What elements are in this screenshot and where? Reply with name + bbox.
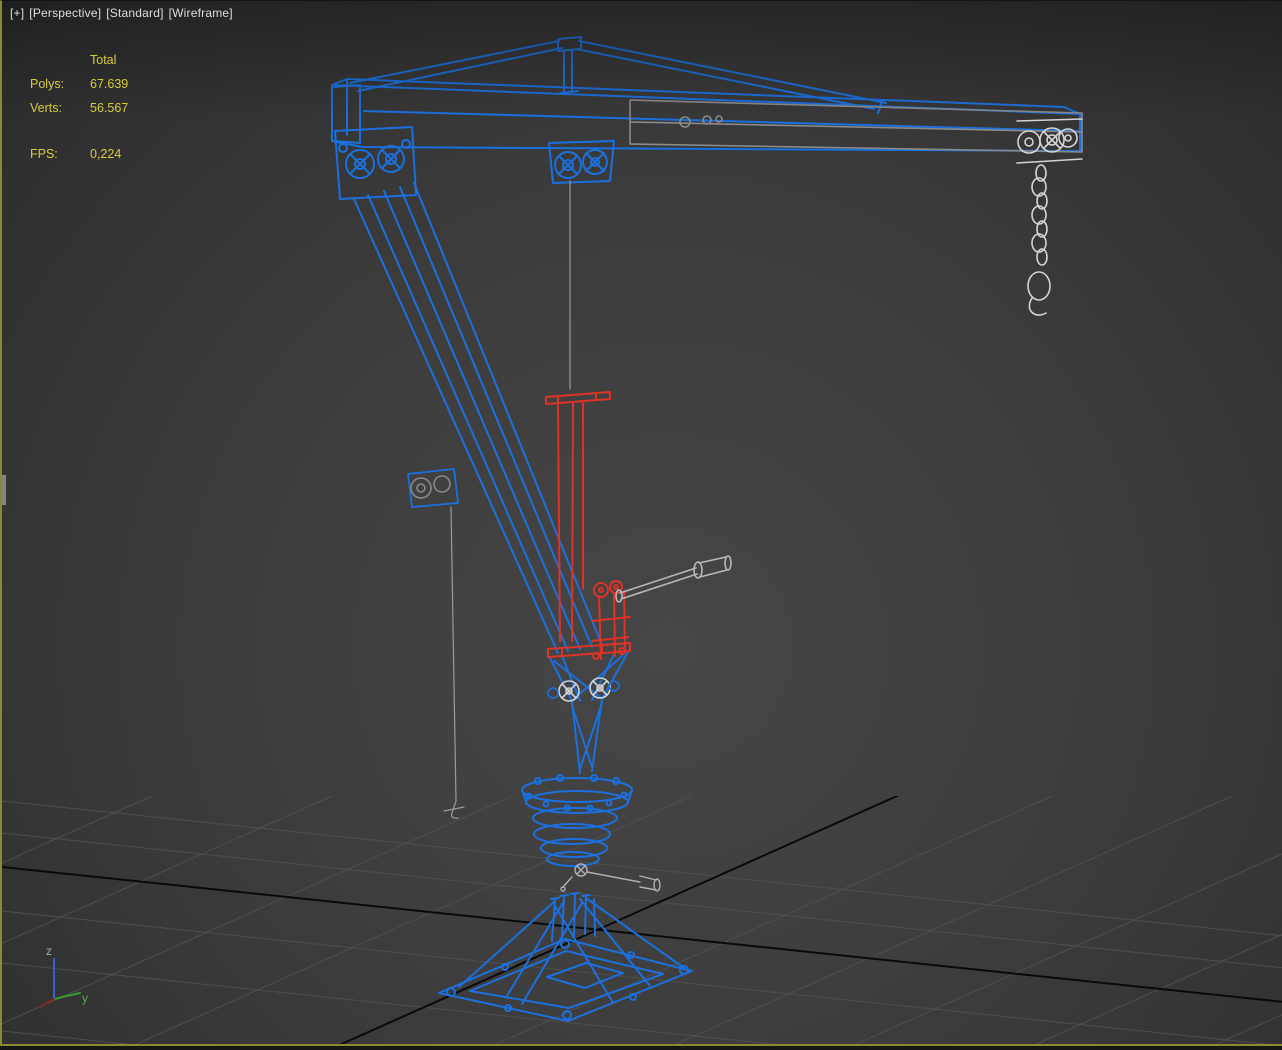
viewport-shading-menu[interactable]: [Wireframe]: [169, 6, 233, 20]
x-axis-line: [40, 999, 54, 1007]
viewport-render-preset-menu[interactable]: [Standard]: [106, 6, 163, 20]
stats-verts-value: 56.567: [90, 101, 128, 115]
red-cylinder-assembly[interactable]: [546, 392, 630, 659]
crane-funnel[interactable]: [550, 652, 628, 773]
base-platform[interactable]: [439, 893, 692, 1021]
crane-mast[interactable]: [354, 183, 602, 653]
left-pulley-block[interactable]: [335, 127, 416, 199]
mast-bracket[interactable]: [408, 469, 458, 507]
stats-total-header: Total: [90, 53, 128, 67]
lower-linkage[interactable]: [561, 864, 660, 891]
z-axis-label: z: [46, 944, 52, 958]
crank-handle[interactable]: [616, 556, 731, 602]
viewport-general-menu[interactable]: [+]: [10, 6, 24, 20]
stats-verts-label: Verts:: [30, 101, 90, 115]
crane-model[interactable]: [332, 37, 1082, 1021]
stats-spacer: [30, 125, 128, 137]
axis-tripod: z y: [40, 944, 88, 1007]
flange-spring-stack[interactable]: [522, 775, 632, 866]
perspective-viewport[interactable]: z y [+] [Perspective] [Standard] [Wireframe…: [0, 0, 1282, 1046]
statistics-overlay: Total Polys: 67.639 Verts: 56.567 FPS: 0…: [30, 53, 128, 161]
stats-fps-label: FPS:: [30, 147, 90, 161]
viewport-pov-menu[interactable]: [Perspective]: [29, 6, 101, 20]
stats-empty-cell: [30, 53, 90, 67]
stats-fps-value: 0,224: [90, 147, 128, 161]
scene-canvas[interactable]: z y: [2, 1, 1282, 1046]
hoist-cables[interactable]: [444, 181, 570, 818]
ground-grid: [2, 796, 1282, 1046]
stats-polys-value: 67.639: [90, 77, 128, 91]
crane-boom[interactable]: [332, 79, 1080, 151]
viewport-label: [+] [Perspective] [Standard] [Wireframe]: [10, 6, 238, 20]
y-axis-line: [54, 993, 80, 999]
boom-gray-section[interactable]: [630, 100, 1082, 152]
y-axis-label: y: [82, 991, 88, 1005]
crane-top-truss[interactable]: [350, 37, 886, 113]
left-edge-tick: [2, 475, 6, 505]
app-window: z y [+] [Perspective] [Standard] [Wireframe…: [0, 0, 1282, 1050]
chain-and-hook[interactable]: [1017, 119, 1082, 315]
stats-polys-label: Polys:: [30, 77, 90, 91]
